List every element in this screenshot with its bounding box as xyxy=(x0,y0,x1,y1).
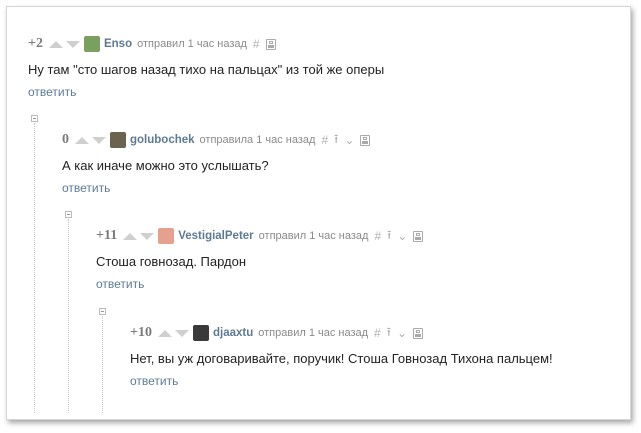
comment-time[interactable]: отправила 1 час назад xyxy=(200,134,316,146)
save-icon[interactable] xyxy=(413,327,423,339)
hash-link-icon[interactable]: # xyxy=(374,326,381,340)
avatar[interactable] xyxy=(83,36,100,52)
comment-rating: +2 xyxy=(28,36,43,51)
comment-header: +11 VestigialPeter отправил 1 час назад … xyxy=(96,226,424,247)
hash-link-icon[interactable]: # xyxy=(374,229,381,243)
comment: 0 golubochek отправила 1 час назад # ⭱ ⌄… xyxy=(62,130,371,197)
comment-header: +2 Enso отправил 1 час назад # xyxy=(28,35,384,53)
comment-text: Стоша говнозад. Пардон xyxy=(96,254,247,269)
comment-text: А как иначе можно это услышать? xyxy=(62,158,269,173)
branch-icon[interactable]: ⌄ xyxy=(344,133,354,147)
comment-header: +10 djaaxtu отправил 1 час назад # ⭱ ⌄ xyxy=(130,324,553,342)
thread-line xyxy=(102,316,103,413)
downvote-icon[interactable] xyxy=(140,232,155,240)
thread-line xyxy=(34,123,35,413)
branch-icon[interactable]: ⌄ xyxy=(397,326,407,340)
hash-link-icon[interactable]: # xyxy=(321,133,328,147)
collapse-toggle[interactable] xyxy=(65,211,72,218)
reply-link[interactable]: ответить xyxy=(130,374,178,388)
comment: +10 djaaxtu отправил 1 час назад # ⭱ ⌄ Н… xyxy=(130,324,553,390)
avatar[interactable] xyxy=(110,132,126,148)
author-link[interactable]: VestigialPeter xyxy=(178,230,253,242)
parent-arrow-icon[interactable]: ⭱ xyxy=(334,130,338,151)
save-icon[interactable] xyxy=(360,134,371,146)
author-link[interactable]: Enso xyxy=(104,38,132,50)
save-icon[interactable] xyxy=(413,230,424,242)
upvote-icon[interactable] xyxy=(157,329,172,337)
comment: +11 VestigialPeter отправил 1 час назад … xyxy=(96,226,424,293)
collapse-toggle[interactable] xyxy=(99,308,106,315)
comment-text: Ну там "сто шагов назад тихо на пальцах"… xyxy=(28,62,385,77)
avatar[interactable] xyxy=(192,325,209,341)
comment-header: 0 golubochek отправила 1 час назад # ⭱ ⌄ xyxy=(62,130,371,151)
comment-rating: +11 xyxy=(96,228,118,243)
author-link[interactable]: golubochek xyxy=(130,134,195,146)
downvote-icon[interactable] xyxy=(174,329,189,337)
comment-rating: 0 xyxy=(62,132,69,147)
upvote-icon[interactable] xyxy=(75,136,89,144)
author-link[interactable]: djaaxtu xyxy=(213,327,253,339)
comments-panel: +2 Enso отправил 1 час назад # Ну там "с… xyxy=(6,6,631,420)
avatar[interactable] xyxy=(158,228,175,244)
upvote-icon[interactable] xyxy=(48,40,63,48)
comment-text: Нет, вы уж договаривайте, поручик! Стоша… xyxy=(130,351,553,366)
save-icon[interactable] xyxy=(265,38,276,50)
downvote-icon[interactable] xyxy=(92,136,106,144)
downvote-icon[interactable] xyxy=(65,40,80,48)
parent-arrow-icon[interactable]: ⭱ xyxy=(387,226,391,247)
branch-icon[interactable]: ⌄ xyxy=(397,229,407,243)
comment: +2 Enso отправил 1 час назад # Ну там "с… xyxy=(28,35,384,101)
comment-time[interactable]: отправил 1 час назад xyxy=(258,327,368,339)
reply-link[interactable]: ответить xyxy=(62,181,110,195)
thread-line xyxy=(68,219,69,413)
upvote-icon[interactable] xyxy=(123,232,138,240)
hash-link-icon[interactable]: # xyxy=(253,37,260,51)
reply-link[interactable]: ответить xyxy=(96,277,144,291)
parent-arrow-icon[interactable]: ⭱ xyxy=(387,323,391,344)
comment-rating: +10 xyxy=(130,325,152,340)
comment-time[interactable]: отправил 1 час назад xyxy=(137,38,247,50)
comment-time[interactable]: отправил 1 час назад xyxy=(259,230,369,242)
reply-link[interactable]: ответить xyxy=(28,85,76,99)
collapse-toggle[interactable] xyxy=(31,115,38,122)
